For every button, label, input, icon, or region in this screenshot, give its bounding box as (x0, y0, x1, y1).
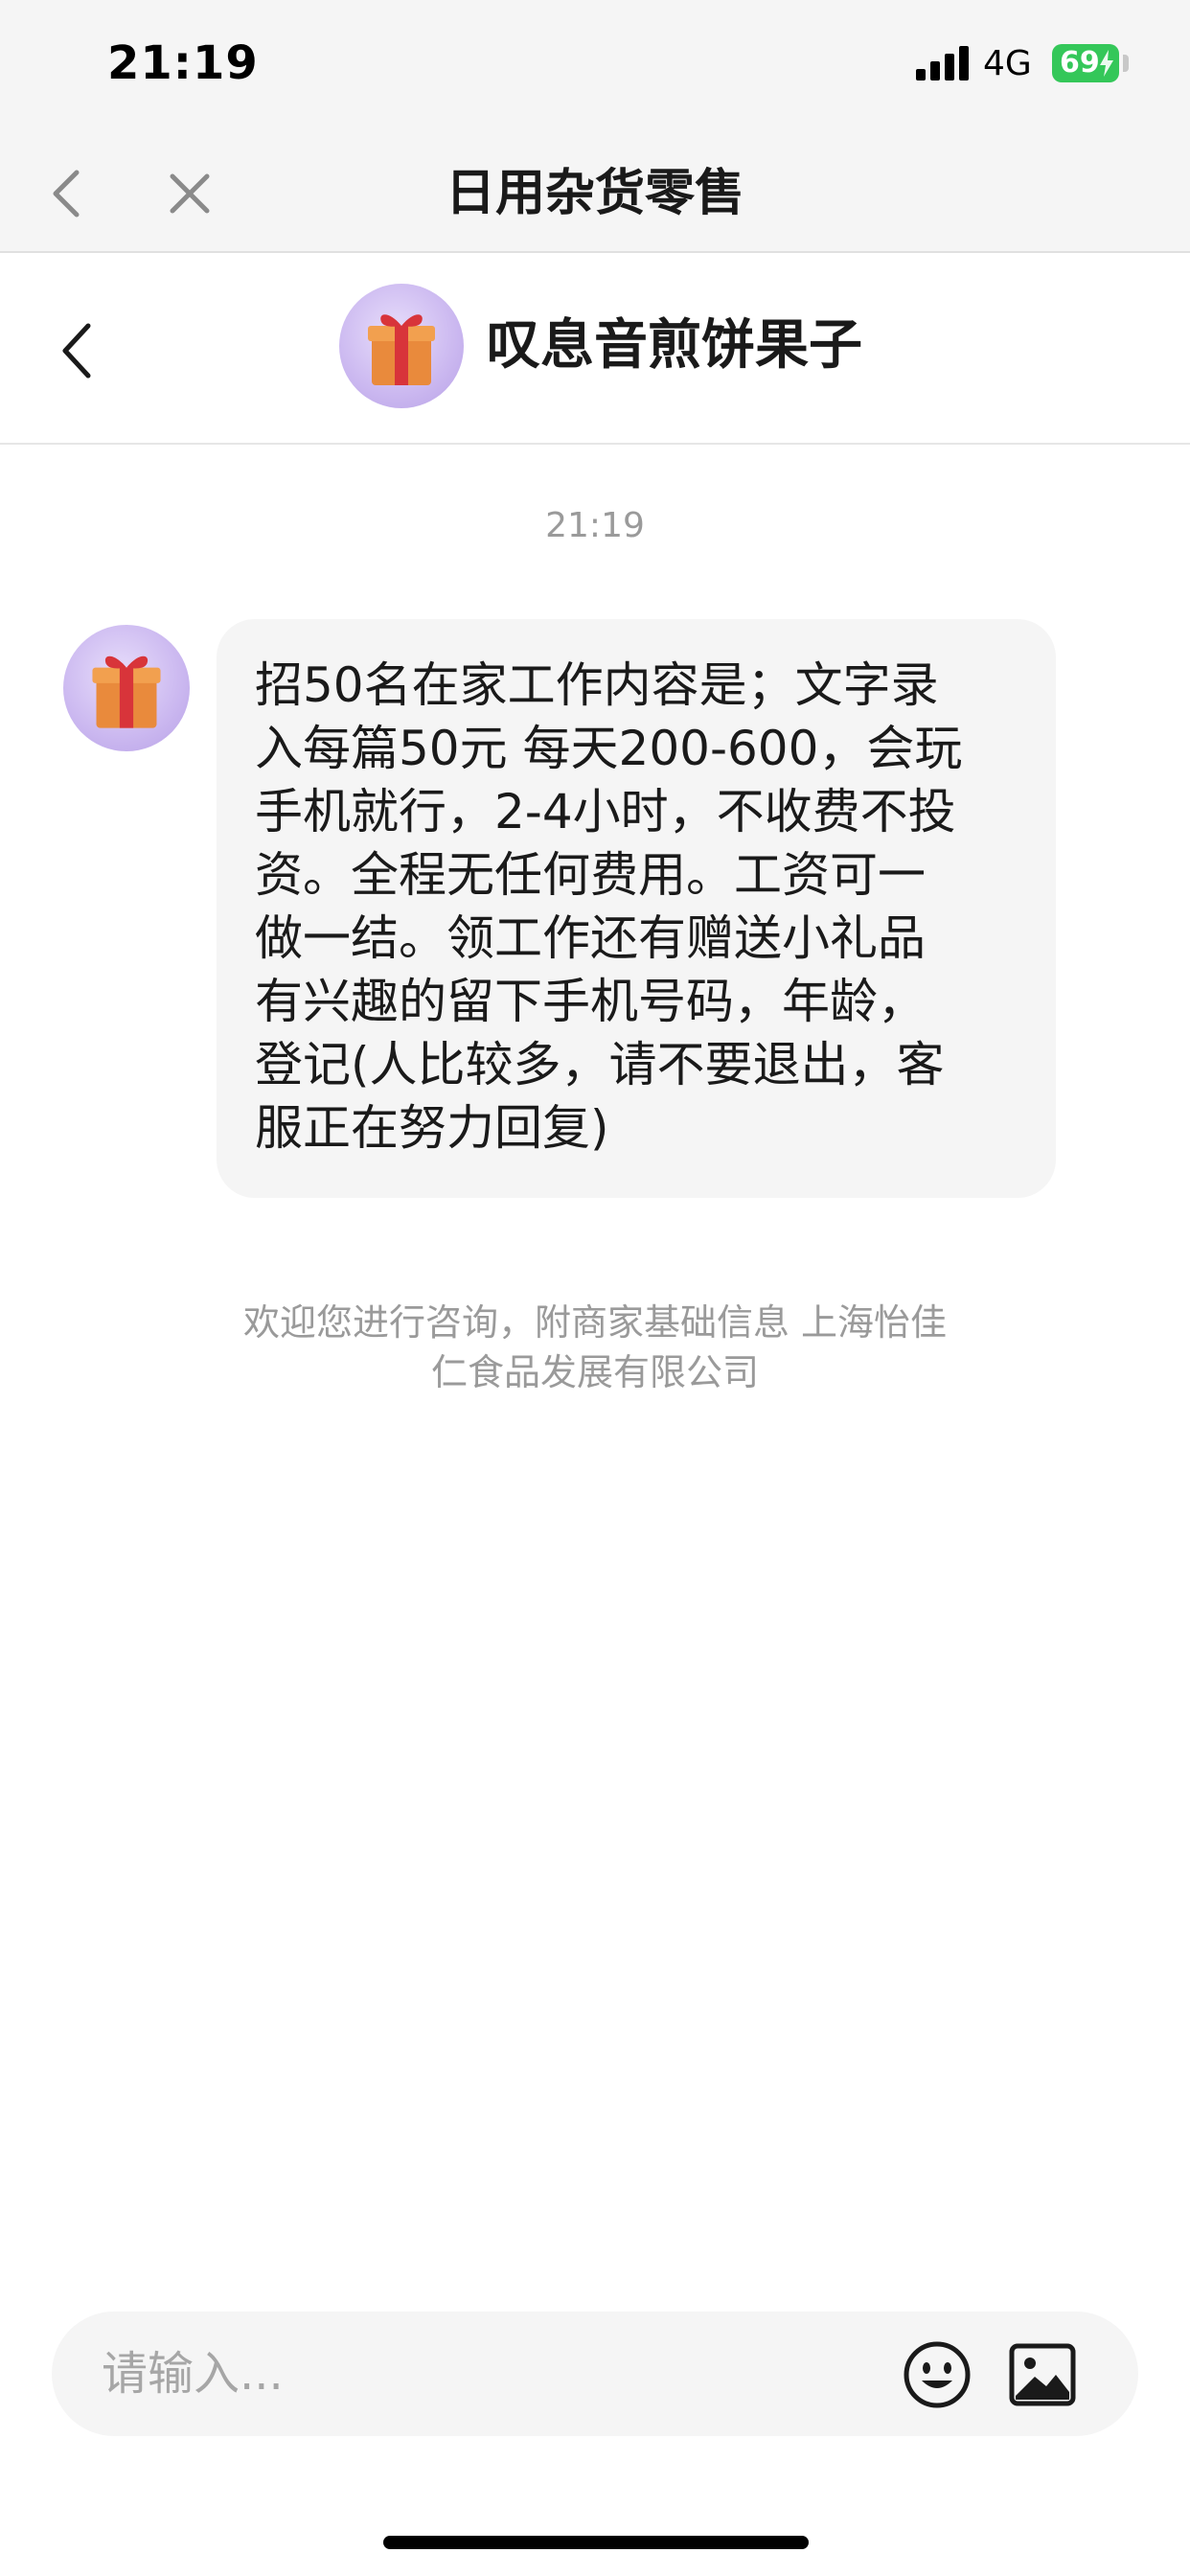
message-text: 招50名在家工作内容是；文字录 入每篇50元 每天200-600，会玩 手机就行… (255, 657, 963, 1156)
chat-screen: 21:19 4G 69 日用杂货零售 叹息音煎饼果子 21:19 招50名在家工… (0, 0, 1190, 2576)
battery-level: 69 (1060, 46, 1100, 80)
emoji-smile-icon[interactable] (901, 2338, 973, 2411)
page-title: 日用杂货零售 (445, 165, 744, 222)
image-icon[interactable] (1006, 2338, 1079, 2411)
merchant-info-line: 仁食品发展有限公司 (430, 1351, 759, 1393)
merchant-info-line: 欢迎您进行咨询，附商家基础信息 上海怡佳 (242, 1301, 948, 1344)
status-bar: 21:19 4G 69 (0, 0, 1190, 134)
incoming-message-bubble[interactable]: 招50名在家工作内容是；文字录 入每篇50元 每天200-600，会玩 手机就行… (217, 619, 1056, 1198)
gift-box-icon (92, 656, 161, 728)
contact-name: 叹息音煎饼果子 (487, 314, 862, 377)
nav-bar: 日用杂货零售 (0, 134, 1190, 253)
battery-cap (1123, 55, 1129, 72)
home-indicator (383, 2536, 809, 2549)
gift-box-icon (368, 314, 435, 385)
signal-bars-icon (916, 46, 969, 80)
message-timestamp: 21:19 (545, 506, 645, 545)
chat-header: 叹息音煎饼果子 (0, 255, 1190, 445)
avatar[interactable] (339, 284, 464, 408)
network-type: 4G (983, 44, 1032, 83)
message-input[interactable] (102, 2312, 887, 2436)
avatar[interactable] (63, 625, 190, 751)
chevron-left-icon[interactable] (50, 312, 107, 389)
status-time: 21:19 (107, 36, 259, 90)
battery-indicator: 69 (1052, 44, 1119, 82)
merchant-info-notice: 欢迎您进行咨询，附商家基础信息 上海怡佳 仁食品发展有限公司 (172, 1298, 1018, 1397)
message-input-bar (52, 2312, 1138, 2436)
charging-bolt-icon (1100, 50, 1113, 77)
